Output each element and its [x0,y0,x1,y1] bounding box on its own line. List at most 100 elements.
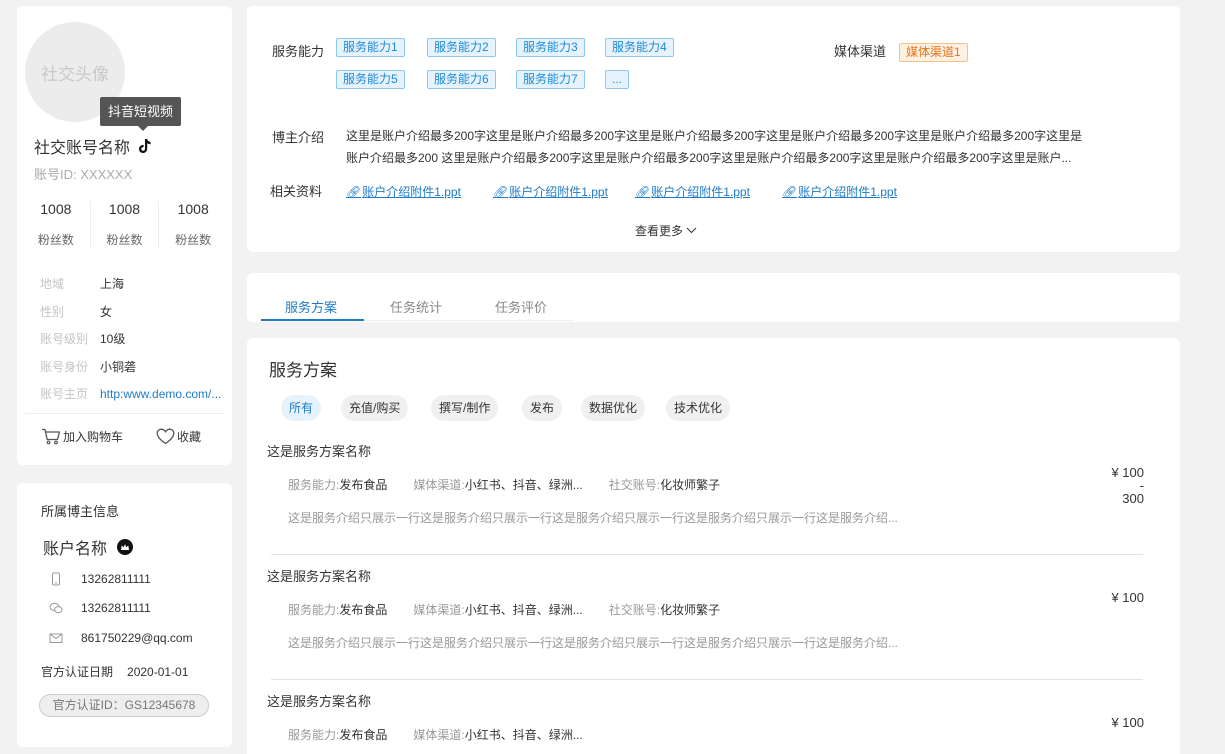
fan-stat: 1008 粉丝数 [159,201,227,248]
attachment-name: 账户介绍附件1.ppt [509,185,608,199]
info-row-region: 地域 上海 [40,270,230,298]
filter-publish[interactable]: 发布 [522,395,563,421]
heart-icon [156,428,175,445]
owner-section-title: 所属博主信息 [41,504,120,519]
wechat-number: 13262811111 [81,601,151,615]
add-to-cart-label: 加入购物车 [63,430,124,444]
fan-count: 1008 [108,201,141,217]
detail-card: 服务能力 服务能力1 服务能力2 服务能力3 服务能力4 服务能力5 服务能力6… [247,6,1180,252]
filter-tech-optimize[interactable]: 技术优化 [666,395,731,421]
filter-data-optimize[interactable]: 数据优化 [581,395,646,421]
info-row-gender: 性别 女 [40,298,230,326]
channel-label: 媒体渠道 [834,44,887,59]
attachment-link[interactable]: 🔗︎ 账户介绍附件1.ppt [493,183,608,200]
service-tag-more[interactable]: ... [605,70,630,89]
cert-date-row: 官方认证日期 2020-01-01 [41,663,188,680]
cert-id-badge: 官方认证ID：GS12345678 [39,694,209,717]
plan-divider [271,554,1143,555]
tabs-bar: 服务方案 任务统计 任务评价 [247,273,1180,322]
info-value: 上海 [100,277,125,292]
meta-key: 媒体渠道: [413,603,465,617]
meta-value: 小红书、抖音、绿洲... [464,603,583,617]
favorite-button[interactable]: 收藏 [156,428,201,445]
service-tag: 服务能力3 [516,38,585,57]
owner-name: 账户名称 [43,535,134,559]
tiktok-icon[interactable] [138,138,152,154]
fan-count: 1008 [177,201,209,217]
cart-icon [42,428,61,445]
meta-key: 服务能力: [288,728,340,742]
attachments-label: 相关资料 [270,184,323,199]
tab-baseline [364,320,574,321]
intro-line: 账户介绍最多200 这里是账户介绍最多200字这里是账户介绍最多200字这里是账… [346,151,1072,165]
view-more-label: 查看更多 [635,224,684,238]
plan-price: ¥ 100 - 300 [1092,466,1144,505]
meta-value: 发布食品 [339,728,388,742]
account-name-text: 社交账号名称 [34,140,131,157]
profile-info: 地域 上海 性别 女 账号级别 10级 账号身份 小铜砻 账号主页 http:www.de… [40,270,230,408]
service-tag: 服务能力5 [336,70,405,89]
filter-all[interactable]: 所有 [281,395,322,421]
price-max: 300 [1122,491,1144,506]
mail-icon [49,633,63,643]
info-row-identity: 账号身份 小铜砻 [40,353,230,381]
link-icon: 🔗︎ [635,184,651,199]
fans-stats: 1008 粉丝数 1008 粉丝数 1008 粉丝数 [22,201,227,248]
plans-card: 服务方案 所有 充值/购买 撰写/制作 发布 数据优化 技术优化 这是服务方案名… [247,338,1180,754]
plans-title: 服务方案 [269,361,337,380]
info-value: 10级 [100,332,126,347]
plan-name: 这是服务方案名称 [267,694,372,709]
fan-stat: 1008 粉丝数 [91,201,160,248]
service-tag: 服务能力1 [336,38,405,57]
meta-key: 服务能力: [288,478,340,492]
price-min: ¥ 100 [1111,465,1144,480]
plan-price: ¥ 100 [1092,716,1144,729]
email-row: 861750229@qq.com [49,631,193,645]
attachment-link[interactable]: 🔗︎ 账户介绍附件1.ppt [635,183,750,200]
plan-meta: 服务能力: 发布食品 媒体渠道: 小红书、抖音、绿洲... [288,726,609,743]
attachment-name: 账户介绍附件1.ppt [362,185,461,199]
info-value: 小铜砻 [100,359,137,374]
plan-description: 这是服务介绍只展示一行这是服务介绍只展示一行这是服务介绍只展示一行这是服务介绍只… [288,636,899,650]
info-key: 账号身份 [40,359,89,374]
attachment-link[interactable]: 🔗︎ 账户介绍附件1.ppt [346,183,461,200]
homepage-link[interactable]: http:www.demo.com/... [100,387,221,401]
view-more-button[interactable]: 查看更多 [635,222,697,239]
attachment-name: 账户介绍附件1.ppt [798,185,897,199]
tab-task-stats[interactable]: 任务统计 [390,297,442,316]
favorite-label: 收藏 [177,430,202,444]
active-tab-indicator [261,319,364,321]
add-to-cart-button[interactable]: 加入购物车 [41,428,123,445]
meta-key: 媒体渠道: [413,478,465,492]
meta-value: 小红书、抖音、绿洲... [464,728,583,742]
phone-row: 13262811111 [49,572,151,586]
phone-icon [52,572,60,586]
plan-price: ¥ 100 [1092,591,1144,604]
tab-service-plans[interactable]: 服务方案 [285,297,337,316]
info-key: 性别 [40,304,65,319]
meta-key: 社交账号: [608,478,661,492]
divider [25,413,224,414]
meta-value: 发布食品 [339,478,388,492]
tab-task-reviews[interactable]: 任务评价 [495,297,547,316]
service-tag: 服务能力4 [605,38,674,57]
filter-recharge[interactable]: 充值/购买 [341,395,409,421]
phone-number: 13262811111 [81,572,151,586]
fan-count: 1008 [40,201,72,217]
meta-key: 媒体渠道: [413,728,465,742]
attachment-link[interactable]: 🔗︎ 账户介绍附件1.ppt [782,183,897,200]
platform-tooltip: 抖音短视频 [100,97,182,131]
wechat-icon [49,602,63,614]
avatar-placeholder: 社交头像 [41,64,109,84]
cert-date-label: 官方认证日期 [41,665,114,679]
account-name: 社交账号名称 [34,134,152,158]
intro-line: 这里是账户介绍最多200字这里是账户介绍最多200字这里是账户介绍最多200字这… [346,129,1083,143]
price-min: ¥ 100 [1111,715,1144,730]
channel-tag: 媒体渠道1 [899,43,968,62]
filter-writing[interactable]: 撰写/制作 [431,395,499,421]
plan-meta: 服务能力: 发布食品 媒体渠道: 小红书、抖音、绿洲... 社交账号: 化妆师繁子 [288,476,746,493]
owner-name-text: 账户名称 [43,541,108,558]
plan-name: 这是服务方案名称 [267,569,372,584]
plan-name: 这是服务方案名称 [267,444,372,459]
meta-key: 服务能力: [288,603,340,617]
